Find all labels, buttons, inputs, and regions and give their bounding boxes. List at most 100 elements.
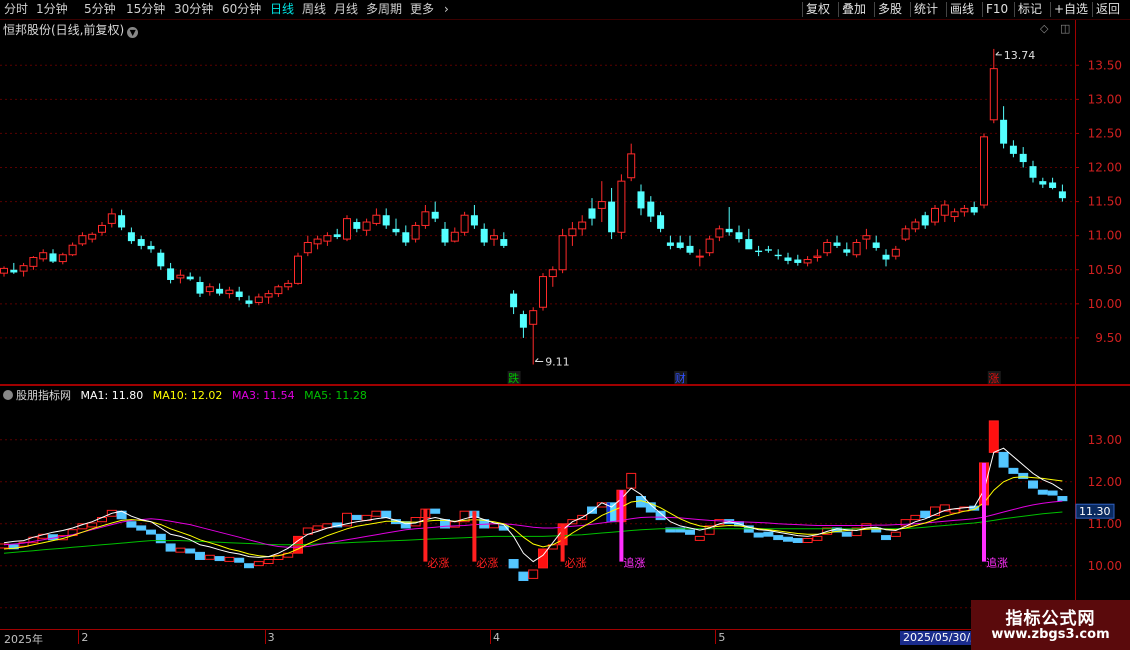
toolbar-button-4[interactable]: 画线 — [950, 1, 974, 18]
indicator-block — [881, 535, 891, 541]
price-tick-label: 13.00 — [1088, 92, 1122, 106]
candle-body — [10, 269, 18, 273]
indicator-block — [263, 559, 274, 564]
candle-body — [362, 221, 371, 231]
period-tab-10[interactable]: 更多 — [410, 1, 434, 18]
indicator-block — [773, 535, 784, 541]
candle — [1058, 184, 1066, 202]
candle-body — [1049, 182, 1057, 188]
period-tab-8[interactable]: 月线 — [334, 1, 358, 18]
indicator-block — [459, 510, 470, 523]
candle — [676, 235, 684, 250]
toolbar-button-3[interactable]: 统计 — [914, 1, 938, 18]
candle-body — [245, 300, 253, 304]
candle-body — [548, 269, 557, 278]
candle — [284, 279, 293, 291]
candle-body — [510, 293, 518, 308]
indicator-block — [988, 420, 999, 453]
candle-body — [519, 314, 527, 328]
candle-body — [176, 274, 185, 279]
indicator-block — [822, 527, 833, 535]
candle — [1009, 140, 1017, 158]
toolbar-separator — [946, 2, 947, 17]
candle — [921, 211, 929, 229]
candle-body — [157, 252, 165, 267]
price-tick-label: 12.00 — [1088, 161, 1122, 175]
candle — [755, 245, 763, 257]
period-tab-5[interactable]: 60分钟 — [222, 1, 261, 18]
indicator-block — [136, 525, 147, 531]
candle-body — [980, 136, 988, 206]
candle-body — [1039, 181, 1047, 185]
period-tab-9[interactable]: 多周期 — [366, 1, 402, 18]
candle-body — [1019, 153, 1027, 163]
signal-spike — [619, 490, 624, 562]
candle — [431, 201, 439, 223]
indicator-block — [126, 521, 137, 528]
chevron-right-icon[interactable]: › — [444, 1, 449, 18]
candle — [235, 286, 243, 301]
ma10-label: MA10: 12.02 — [152, 389, 223, 402]
candle — [470, 205, 478, 229]
period-tab-0[interactable]: 分时 — [4, 1, 28, 18]
diamond-icon[interactable]: ◇ — [1040, 22, 1048, 35]
candle-body — [755, 250, 763, 253]
indicator-block — [185, 548, 196, 554]
indicator-block — [998, 451, 1009, 468]
indicator-block — [234, 557, 245, 563]
candle — [1000, 106, 1008, 149]
period-tab-6[interactable]: 日线 — [270, 1, 294, 18]
indicator-block — [479, 519, 490, 529]
chart-canvas[interactable]: 13.50 13.00 12.50 12.00 11.50 11.00 10.50 10.00… — [0, 0, 1130, 650]
ma10-line — [3, 476, 1063, 558]
candle — [500, 232, 508, 248]
event-marker: 跌 — [508, 371, 519, 385]
candle-body — [657, 215, 665, 229]
candle — [10, 262, 18, 274]
toolbar-button-2[interactable]: 多股 — [878, 1, 902, 18]
toolbar-button-6[interactable]: 标记 — [1018, 1, 1042, 18]
candle — [794, 254, 802, 266]
period-tab-4[interactable]: 30分钟 — [174, 1, 213, 18]
event-marker-bg — [987, 371, 1001, 384]
candle-body — [794, 259, 802, 263]
candle — [392, 218, 400, 236]
candle-body — [78, 235, 87, 245]
toolbar-button-1[interactable]: 叠加 — [842, 1, 866, 18]
period-tab-2[interactable]: 5分钟 — [84, 1, 116, 18]
candle-body — [19, 265, 28, 272]
candle-body — [402, 232, 410, 243]
candle — [745, 228, 753, 250]
candle — [402, 225, 410, 246]
period-tab-7[interactable]: 周线 — [302, 1, 326, 18]
indicator-block — [743, 525, 754, 533]
candle — [597, 181, 606, 223]
candle — [107, 208, 116, 228]
indicator-block-accent — [607, 502, 611, 522]
candle-body — [833, 242, 841, 246]
indicator-settings-icon[interactable] — [3, 390, 13, 400]
candle — [843, 242, 851, 257]
indicator-block — [106, 509, 117, 517]
stock-title[interactable]: 恒邦股份(日线,前复权) ▼ — [3, 21, 139, 38]
period-tab-1[interactable]: 1分钟 — [36, 1, 68, 18]
toolbar-button-5[interactable]: F10 — [986, 1, 1008, 18]
indicator-name[interactable]: 股朋指标网 — [16, 389, 71, 402]
chevron-down-icon[interactable]: ▼ — [127, 27, 139, 38]
panel-toggle-icon[interactable]: ◫ — [1060, 22, 1070, 35]
candle-body — [294, 255, 302, 284]
toolbar-button-7[interactable]: +自选 — [1054, 1, 1088, 18]
indicator-block — [557, 523, 568, 546]
indicator-block — [675, 527, 686, 533]
candle — [118, 209, 126, 231]
toolbar-button-8[interactable]: 返回 — [1096, 1, 1120, 18]
candle — [735, 225, 743, 243]
candle-body — [597, 201, 606, 209]
candle — [715, 225, 724, 242]
toolbar-button-0[interactable]: 复权 — [806, 1, 830, 18]
indicator-block — [440, 519, 450, 529]
indicator-block — [342, 512, 352, 527]
period-tab-3[interactable]: 15分钟 — [126, 1, 165, 18]
indicator-block — [596, 502, 607, 508]
signal-label: 必涨 — [565, 557, 587, 570]
